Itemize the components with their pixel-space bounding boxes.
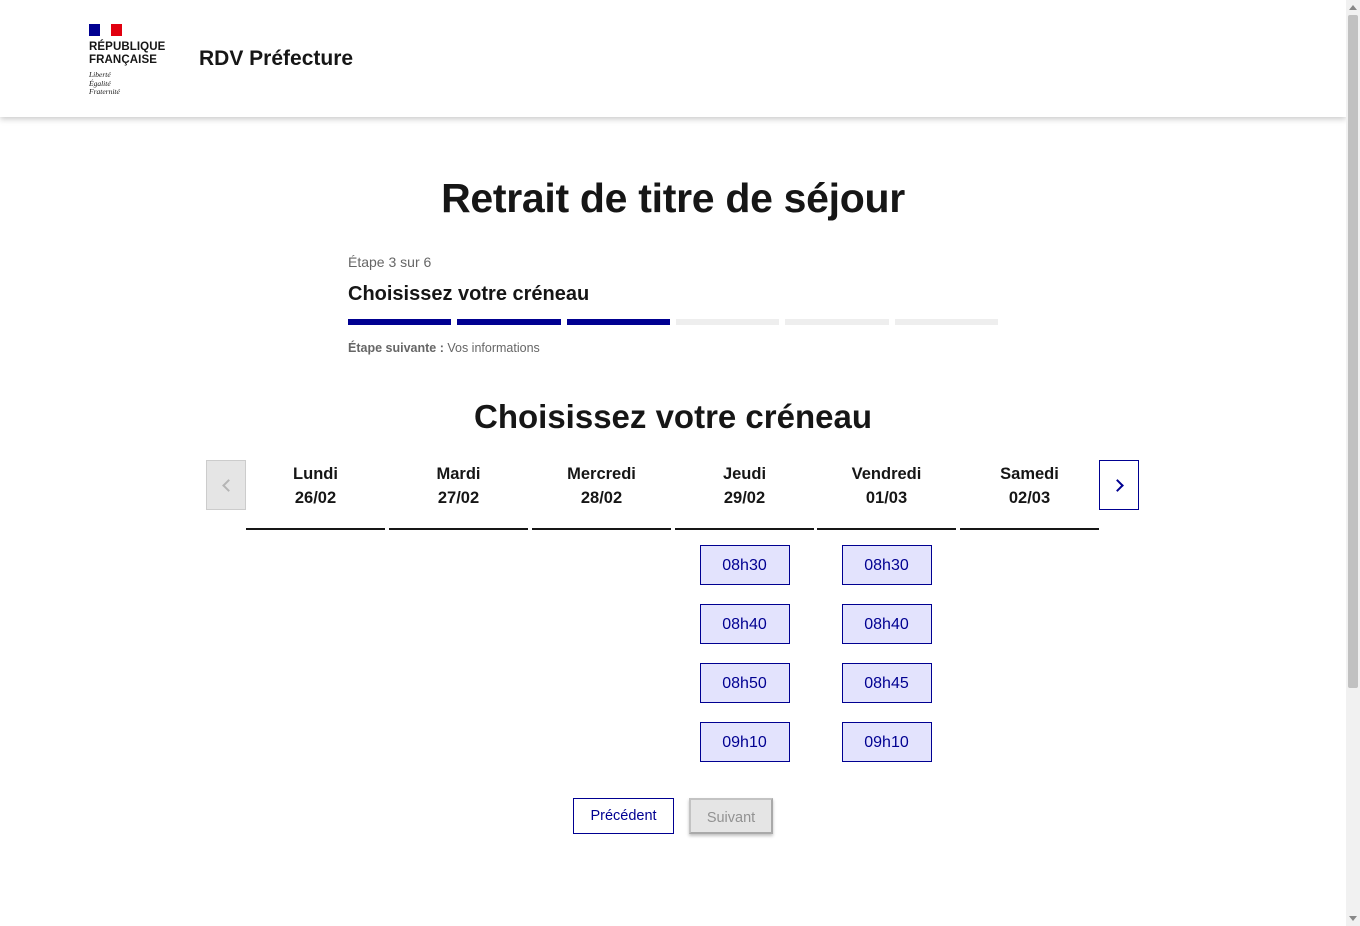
- day-name: Samedi: [1000, 465, 1059, 483]
- republique-francaise-logo[interactable]: RÉPUBLIQUE FRANÇAISE Liberté Égalité Fra…: [89, 24, 169, 97]
- vertical-scrollbar[interactable]: [1346, 0, 1360, 926]
- next-week-button[interactable]: [1099, 460, 1139, 510]
- chevron-right-icon: [1110, 478, 1124, 492]
- motto-fraternite: Fraternité: [89, 87, 120, 96]
- day-name: Jeudi: [722, 465, 767, 483]
- day-column: Samedi 02/03: [960, 462, 1099, 530]
- day-date: 26/02: [294, 489, 337, 507]
- day-column: Mercredi 28/02: [532, 462, 671, 530]
- scroll-thumb[interactable]: [1348, 15, 1358, 688]
- day-date: 29/02: [723, 489, 766, 507]
- scroll-down-arrow-icon[interactable]: [1349, 916, 1357, 921]
- step-bar: [566, 319, 670, 325]
- day-date: 28/02: [580, 489, 623, 507]
- step-progress-bars: [348, 319, 998, 325]
- time-slot-button[interactable]: 08h40: [699, 604, 790, 644]
- day-column: Mardi 27/02: [389, 462, 528, 530]
- day-header: Jeudi 29/02: [675, 462, 814, 530]
- time-slot-button[interactable]: 09h10: [841, 722, 932, 762]
- day-header: Mardi 27/02: [389, 462, 528, 530]
- time-slot-button[interactable]: 08h50: [699, 663, 790, 703]
- step-bar: [457, 319, 561, 325]
- day-date: 01/03: [865, 489, 908, 507]
- site-title[interactable]: RDV Préfecture: [199, 47, 353, 71]
- day-date: 27/02: [437, 489, 480, 507]
- step-next-label: Étape suivante :: [348, 341, 444, 355]
- logo-line2: FRANÇAISE: [89, 54, 157, 66]
- time-slot-button[interactable]: 08h30: [841, 545, 932, 585]
- day-name: Mardi: [436, 465, 481, 483]
- day-column: Lundi 26/02: [246, 462, 385, 530]
- step-bar: [785, 319, 889, 325]
- french-flag-icon: [89, 24, 122, 36]
- day-name: Lundi: [293, 465, 338, 483]
- page-title: Retrait de titre de séjour: [441, 175, 905, 221]
- chevron-left-icon: [221, 478, 235, 492]
- section-title: Choisissez votre créneau: [474, 398, 872, 435]
- day-column: Vendredi 01/03 08h30 08h40 08h45 09h10: [817, 462, 956, 762]
- day-name: Vendredi: [851, 465, 922, 483]
- day-header: Lundi 26/02: [246, 462, 385, 530]
- time-slot-button[interactable]: 08h30: [699, 545, 790, 585]
- step-bar: [675, 319, 780, 325]
- day-name: Mercredi: [567, 465, 636, 483]
- slot-list: 08h30 08h40 08h50 09h10: [675, 545, 814, 762]
- slot-list: 08h30 08h40 08h45 09h10: [817, 545, 956, 762]
- day-header: Samedi 02/03: [960, 462, 1099, 530]
- day-header: Vendredi 01/03: [817, 462, 956, 530]
- time-slot-button[interactable]: 08h40: [841, 604, 932, 644]
- time-slot-button[interactable]: 09h10: [699, 722, 790, 762]
- step-next-value: Vos informations: [447, 341, 540, 355]
- previous-button[interactable]: Précédent: [573, 798, 674, 834]
- stepper: Étape 3 sur 6 Choisissez votre créneau É…: [348, 254, 998, 355]
- day-header: Mercredi 28/02: [532, 462, 671, 530]
- time-slot-button[interactable]: 08h45: [841, 663, 932, 703]
- step-next: Étape suivante : Vos informations: [348, 341, 998, 355]
- site-header: RÉPUBLIQUE FRANÇAISE Liberté Égalité Fra…: [0, 0, 1346, 117]
- motto: Liberté Égalité Fraternité: [89, 70, 169, 97]
- logo-line1: RÉPUBLIQUE: [89, 41, 166, 53]
- step-bar: [348, 319, 452, 325]
- step-count: Étape 3 sur 6: [348, 254, 432, 270]
- step-bar: [894, 319, 998, 325]
- logo-text: RÉPUBLIQUE FRANÇAISE: [89, 41, 169, 67]
- day-column: Jeudi 29/02 08h30 08h40 08h50 09h10: [675, 462, 814, 762]
- previous-week-button[interactable]: [206, 460, 246, 510]
- next-button[interactable]: Suivant: [689, 798, 773, 834]
- day-date: 02/03: [1008, 489, 1051, 507]
- step-title: Choisissez votre créneau: [348, 283, 590, 305]
- scroll-up-arrow-icon[interactable]: [1349, 5, 1357, 10]
